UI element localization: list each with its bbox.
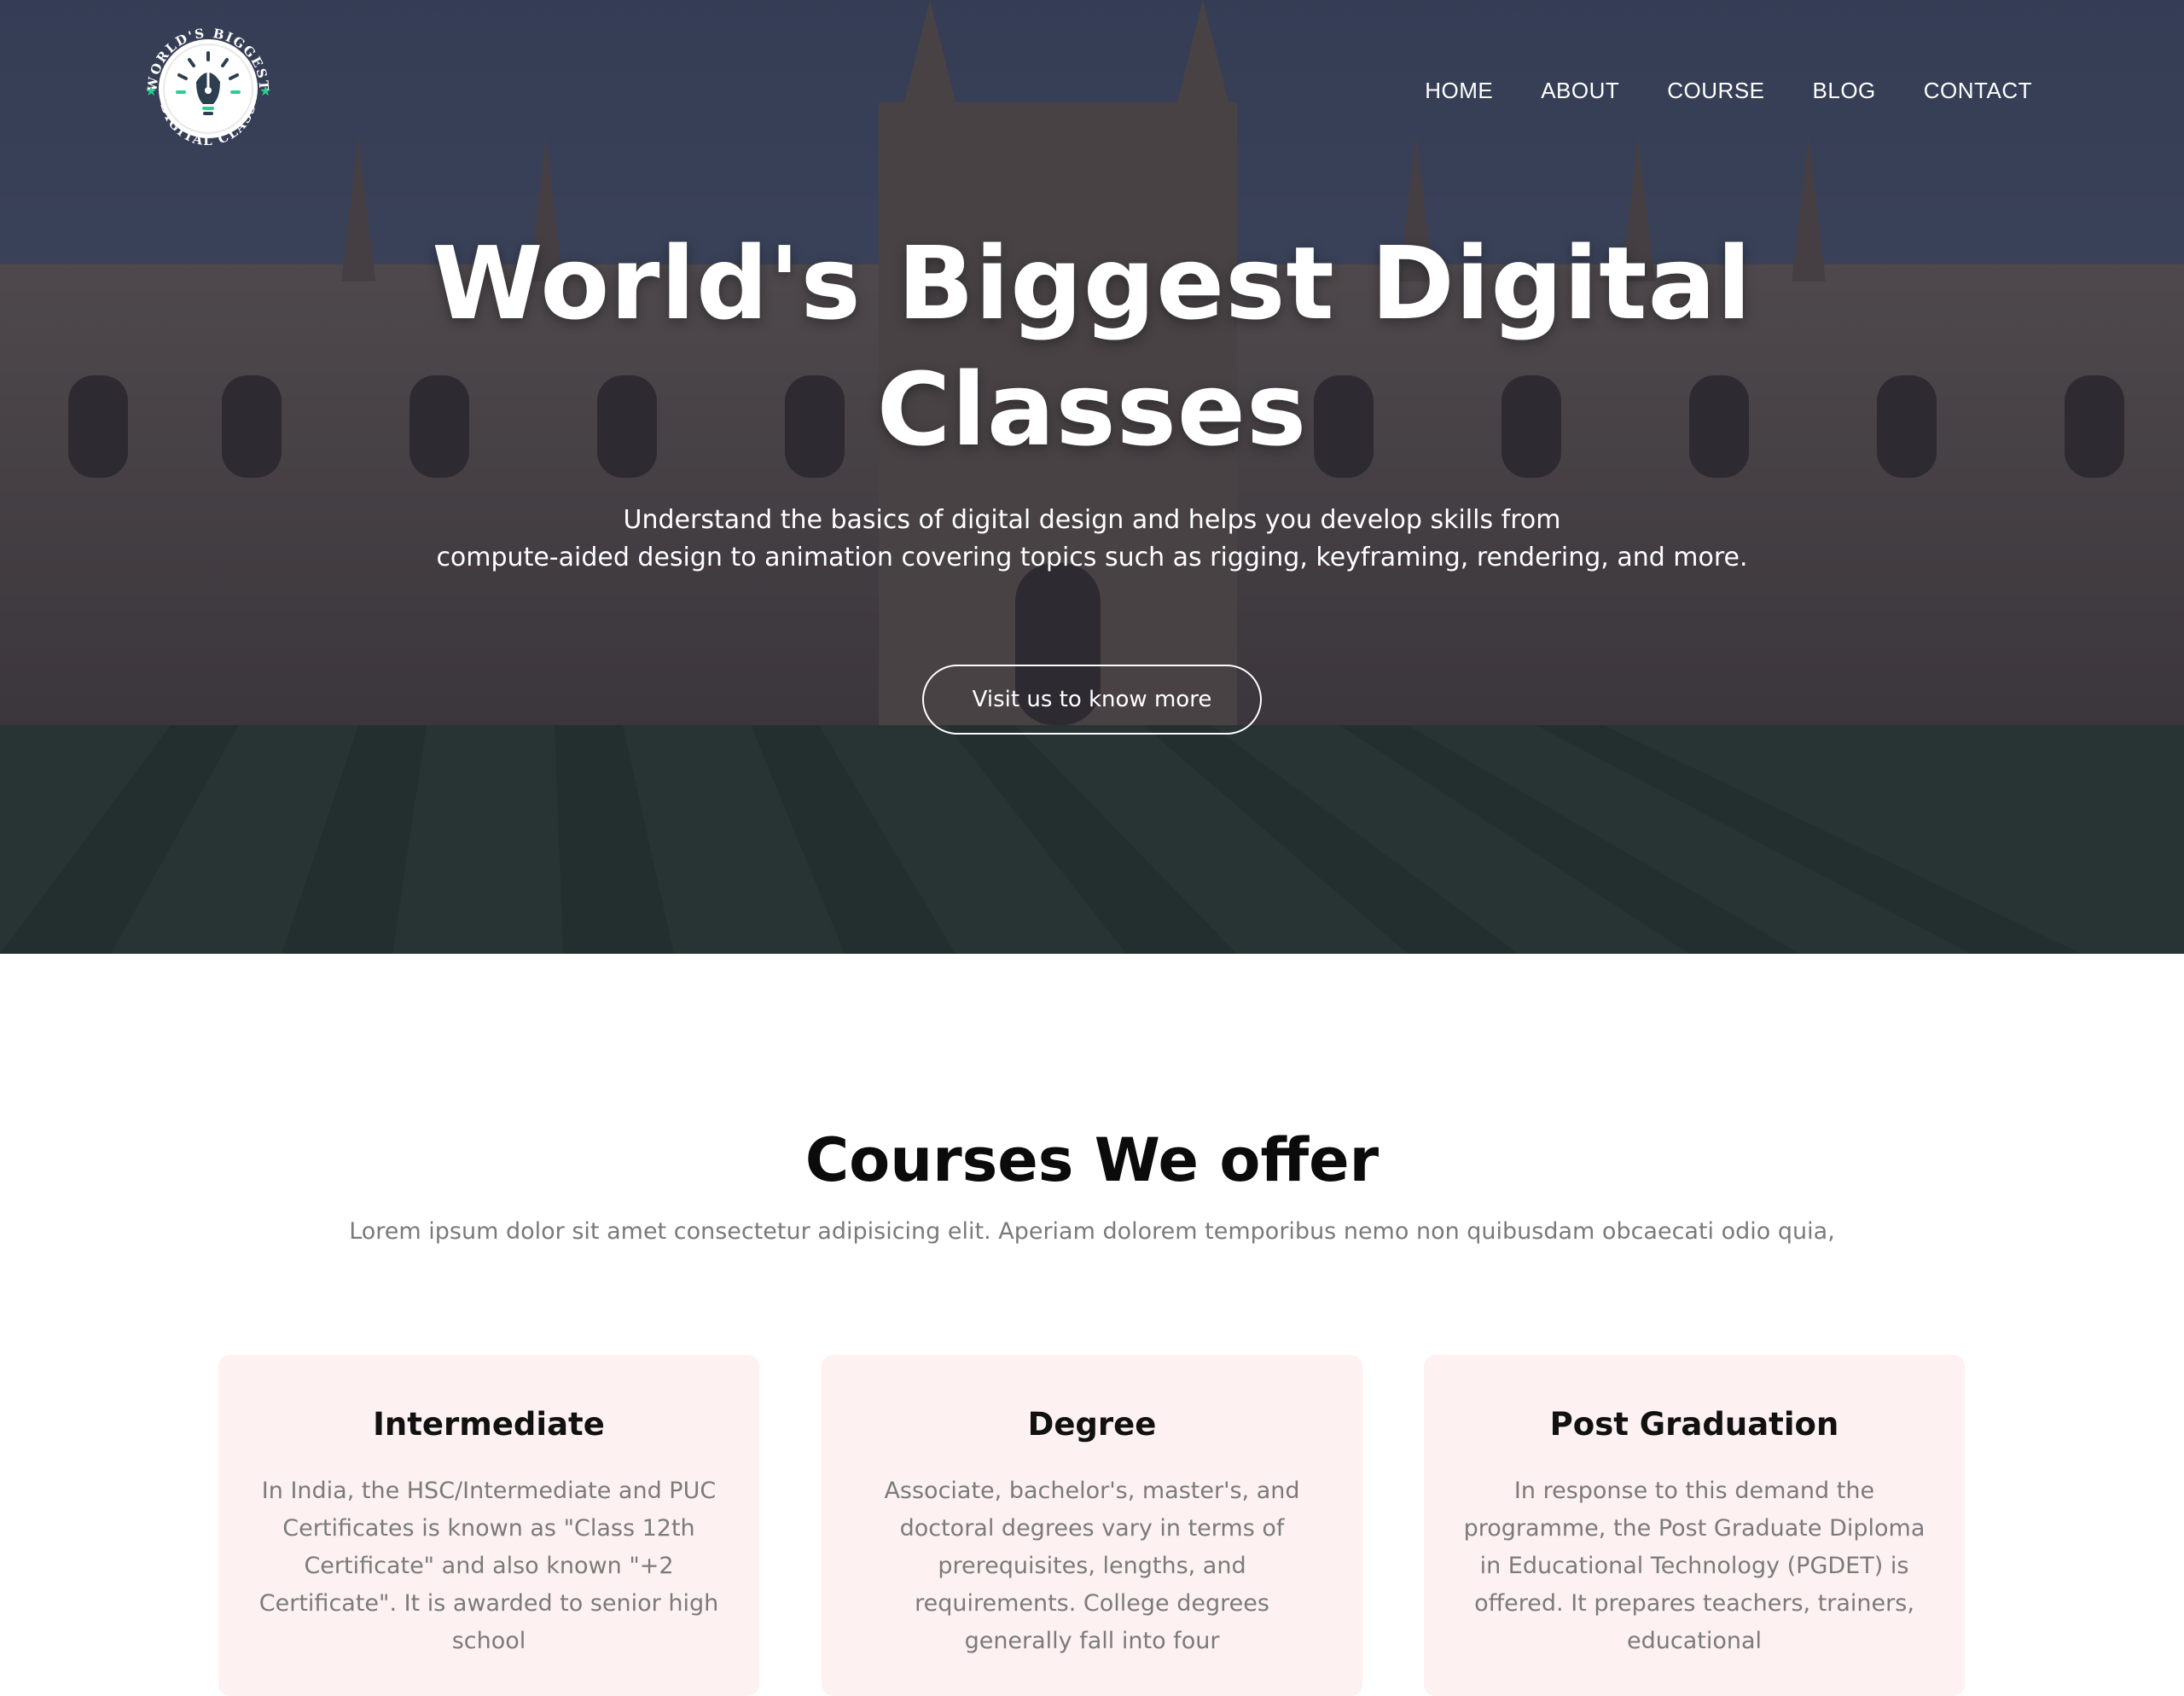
visit-us-button[interactable]: Visit us to know more	[922, 665, 1262, 735]
nav-contact-link[interactable]: CONTACT	[1924, 78, 2032, 104]
courses-section-title: Courses We offer	[804, 1125, 1380, 1195]
svg-text:★: ★	[259, 83, 271, 99]
course-card-degree[interactable]: Degree Associate, bachelor's, master's, …	[822, 1355, 1362, 1696]
courses-section-subtitle: Lorem ipsum dolor sit amet consectetur a…	[349, 1218, 1835, 1245]
nav-blog-link[interactable]: BLOG	[1813, 78, 1876, 104]
hero-title-line-2: Classes	[876, 351, 1308, 468]
nav-home-link[interactable]: HOME	[1425, 78, 1493, 104]
worlds-biggest-digital-class-logo[interactable]: WORLD'S BIGGEST DIGITAL CLASS ★ ★	[135, 15, 282, 162]
course-card-title: Intermediate	[373, 1406, 605, 1443]
hero-subtitle-line-1: Understand the basics of digital design …	[623, 505, 1561, 535]
course-card-description: Associate, bachelor's, master's, and doc…	[884, 1478, 1300, 1654]
hero-section: WORLD'S BIGGEST DIGITAL CLASS ★ ★ HOME	[0, 0, 2184, 954]
nav-about-link[interactable]: ABOUT	[1541, 78, 1619, 104]
nav-course-link[interactable]: COURSE	[1667, 78, 1764, 104]
hero-dark-overlay	[0, 0, 2184, 954]
hero-title-line-1: World's Biggest Digital	[432, 224, 1752, 342]
course-card-title: Degree	[1027, 1406, 1157, 1443]
hero-subtitle-line-2: compute-aided design to animation coveri…	[436, 543, 1748, 572]
course-card-description: In response to this demand the programme…	[1463, 1478, 1926, 1654]
svg-text:★: ★	[145, 83, 157, 99]
course-card-title: Post Graduation	[1549, 1406, 1839, 1443]
course-card-intermediate[interactable]: Intermediate In India, the HSC/Intermedi…	[218, 1355, 759, 1696]
main-navigation: HOME ABOUT COURSE BLOG CONTACT	[1425, 73, 2032, 107]
course-card-post-graduation[interactable]: Post Graduation In response to this dema…	[1424, 1355, 1965, 1696]
hero-title: World's Biggest Digital Classes	[410, 220, 1774, 473]
course-card-description: In India, the HSC/Intermediate and PUC C…	[258, 1478, 719, 1654]
hero-subtitle: Understand the basics of digital design …	[367, 502, 1817, 577]
